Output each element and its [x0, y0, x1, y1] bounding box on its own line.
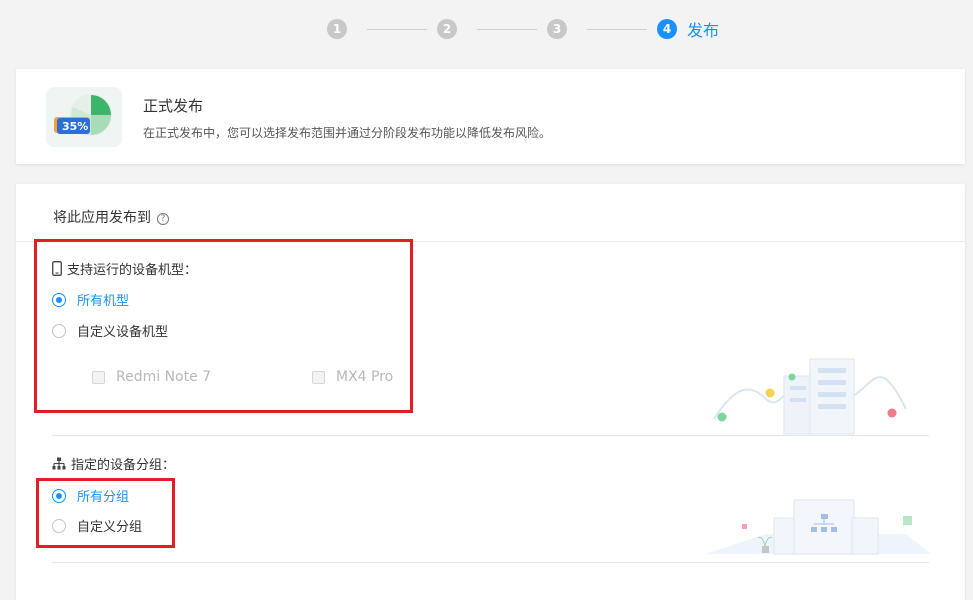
step-4: 4 — [657, 19, 677, 39]
page-title: 正式发布 — [143, 97, 204, 115]
step-connector — [477, 28, 537, 30]
section-divider — [52, 435, 929, 436]
card-header-title: 将此应用发布到? — [53, 207, 169, 227]
header-title-text: 将此应用发布到 — [53, 210, 151, 226]
help-icon[interactable]: ? — [157, 213, 169, 225]
step-3: 3 — [547, 19, 567, 39]
step-connector — [367, 28, 427, 30]
release-pie-icon — [46, 87, 122, 147]
highlight-box-devices — [34, 239, 413, 413]
groups-section-title: 指定的设备分组： — [52, 454, 175, 473]
highlight-box-groups — [36, 478, 175, 548]
progress-badge: 35% — [62, 120, 89, 133]
groups-title-text: 指定的设备分组： — [71, 458, 176, 473]
page-description: 在正式发布中，您可以选择发布范围并通过分阶段发布功能以降低发布风险。 — [143, 126, 552, 140]
card-header: 将此应用发布到? — [16, 184, 965, 242]
groups-illustration-icon — [706, 499, 931, 555]
step-4-label: 发布 — [687, 21, 720, 40]
step-2: 2 — [437, 19, 457, 39]
release-intro-card: 35% 正式发布 在正式发布中，您可以选择发布范围并通过分阶段发布功能以降低发布… — [16, 69, 965, 164]
stepper: 1 2 3 4 发布 — [327, 18, 719, 40]
org-tree-icon — [52, 457, 66, 470]
devices-illustration-icon — [713, 358, 907, 435]
section-divider — [52, 562, 929, 563]
step-connector — [587, 28, 647, 30]
step-1: 1 — [327, 19, 347, 39]
